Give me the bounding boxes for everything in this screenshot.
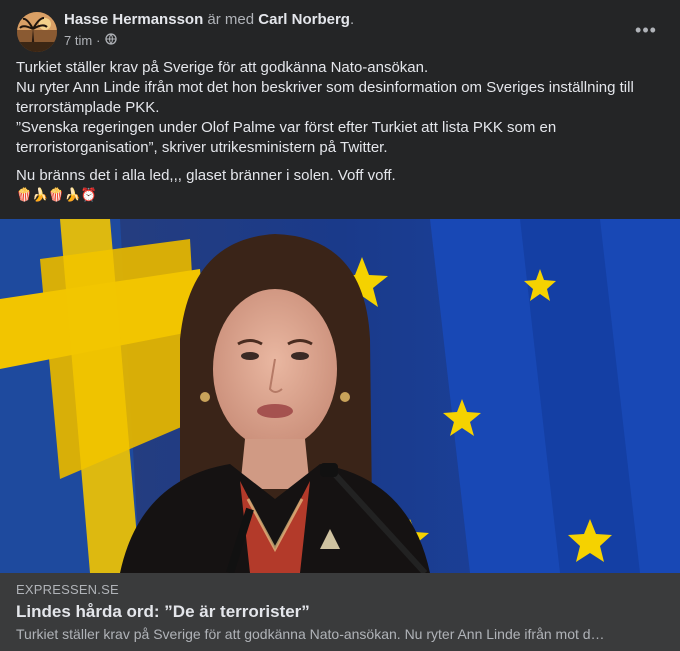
link-preview-image[interactable]: [0, 219, 680, 573]
post-header: Hasse Hermansson är med Carl Norberg. 7 …: [0, 0, 680, 58]
post-emojis: 🍿🍌🍿🍌⏰: [16, 187, 97, 202]
more-options-icon[interactable]: •••: [634, 20, 658, 40]
post-text-line: Turkiet ställer krav på Sverige för att …: [16, 59, 429, 76]
tagged-name[interactable]: Carl Norberg: [258, 11, 350, 28]
meta-separator: ·: [96, 33, 101, 48]
feed-post: Hasse Hermansson är med Carl Norberg. 7 …: [0, 0, 680, 651]
post-time[interactable]: 7 tim: [64, 33, 92, 48]
post-text-line: ”Svenska regeringen under Olof Palme var…: [16, 119, 557, 156]
post-text: Turkiet ställer krav på Sverige för att …: [16, 58, 664, 204]
author-name[interactable]: Hasse Hermansson: [64, 11, 203, 28]
trailing-dot: .: [349, 11, 355, 28]
post-text-line: Nu ryter Ann Linde ifrån mot det hon bes…: [16, 79, 634, 116]
link-description: Turkiet ställer krav på Sverige för att …: [16, 626, 605, 642]
post-author-line: Hasse Hermansson är med Carl Norberg.: [64, 11, 354, 28]
globe-icon: [104, 33, 117, 48]
with-text: är med: [207, 11, 255, 28]
post-meta: 7 tim ·: [64, 33, 117, 48]
link-preview[interactable]: EXPRESSEN.SE Lindes hårda ord: ”De är te…: [0, 573, 680, 651]
link-domain: EXPRESSEN.SE: [16, 582, 119, 597]
post-text-line: Nu bränns det i alla led,,, glaset bränn…: [16, 167, 396, 184]
avatar[interactable]: [17, 12, 57, 52]
link-title[interactable]: Lindes hårda ord: ”De är terrorister”: [16, 602, 310, 622]
